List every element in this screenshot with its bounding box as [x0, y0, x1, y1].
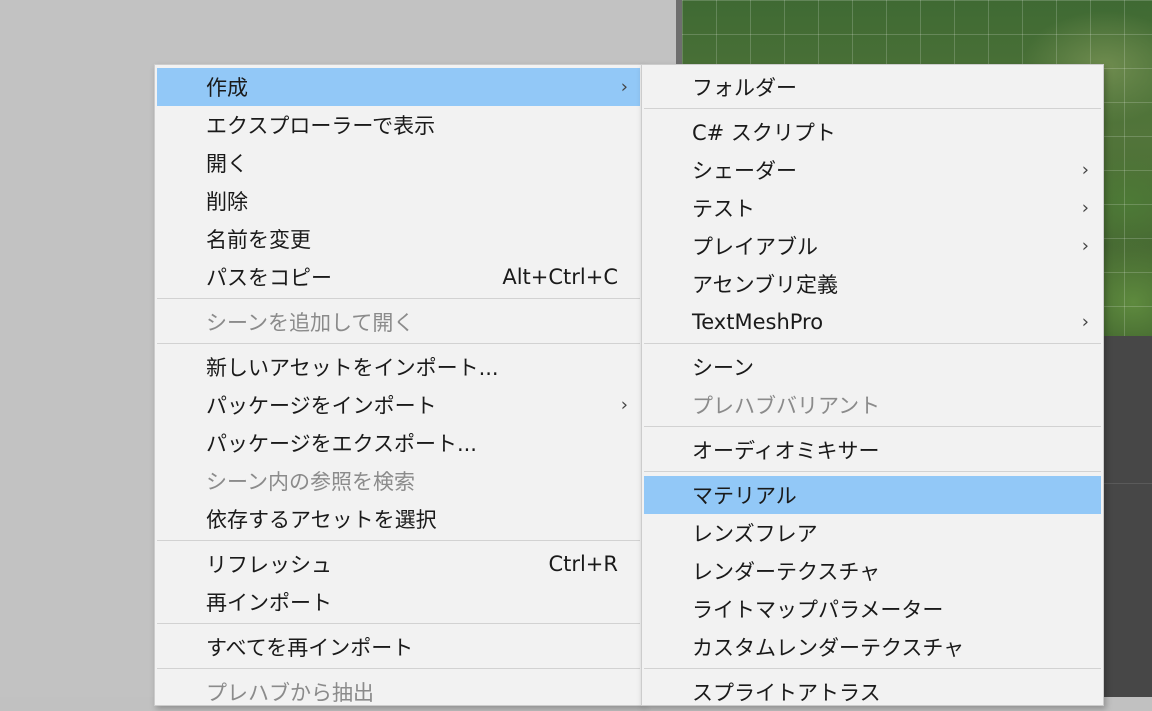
menu-item-label: C# スクリプト — [692, 121, 836, 145]
menu-item-label: アセンブリ定義 — [692, 273, 838, 297]
submenu-item-assembly-definition[interactable]: アセンブリ定義 — [644, 265, 1101, 303]
menu-item-label: ライトマップパラメーター — [692, 598, 944, 622]
menu-separator — [644, 343, 1101, 344]
menu-item-reimport[interactable]: 再インポート — [157, 583, 640, 621]
menu-item-shortcut: Ctrl+R — [548, 552, 618, 576]
menu-item-label: パッケージをエクスポート... — [206, 432, 477, 456]
create-submenu: フォルダー C# スクリプト シェーダー › テスト › プレイアブル › アセ… — [641, 64, 1104, 706]
menu-item-label: シーン — [692, 356, 754, 380]
menu-separator — [644, 471, 1101, 472]
menu-item-label: 削除 — [206, 190, 248, 214]
menu-item-label: シーンを追加して開く — [206, 311, 415, 335]
menu-item-label: プレハブから抽出 — [206, 681, 374, 705]
menu-item-label: テスト — [692, 197, 755, 221]
menu-item-add-scene-and-open[interactable]: シーンを追加して開く — [157, 303, 640, 341]
submenu-item-shader[interactable]: シェーダー › — [644, 151, 1101, 189]
menu-item-label: マテリアル — [692, 484, 797, 508]
menu-item-label: シェーダー — [692, 159, 797, 183]
menu-item-import-package[interactable]: パッケージをインポート › — [157, 386, 640, 424]
menu-item-export-package[interactable]: パッケージをエクスポート... — [157, 424, 640, 462]
menu-item-create[interactable]: 作成 › — [157, 68, 640, 106]
submenu-item-folder[interactable]: フォルダー — [644, 68, 1101, 106]
menu-item-label: パッケージをインポート — [206, 394, 437, 418]
menu-item-label: パスをコピー — [206, 266, 332, 290]
menu-item-label: オーディオミキサー — [692, 439, 880, 463]
chevron-right-icon: › — [1081, 311, 1089, 333]
menu-separator — [644, 426, 1101, 427]
submenu-item-prefab-variant[interactable]: プレハブバリアント — [644, 386, 1101, 424]
menu-item-refresh[interactable]: リフレッシュ Ctrl+R — [157, 545, 640, 583]
menu-separator — [157, 343, 640, 344]
chevron-right-icon: › — [1081, 235, 1089, 257]
submenu-item-lightmap-parameters[interactable]: ライトマップパラメーター — [644, 590, 1101, 628]
submenu-item-csharp-script[interactable]: C# スクリプト — [644, 113, 1101, 151]
submenu-item-render-texture[interactable]: レンダーテクスチャ — [644, 552, 1101, 590]
menu-item-label: 作成 — [206, 76, 248, 100]
panel-line — [1100, 483, 1152, 484]
menu-item-import-new-asset[interactable]: 新しいアセットをインポート... — [157, 348, 640, 386]
submenu-item-custom-render-texture[interactable]: カスタムレンダーテクスチャ — [644, 628, 1101, 666]
context-menu: 作成 › エクスプローラーで表示 開く 削除 名前を変更 パスをコピー Alt+… — [154, 64, 643, 706]
menu-item-rename[interactable]: 名前を変更 — [157, 220, 640, 258]
menu-separator — [644, 668, 1101, 669]
menu-item-reimport-all[interactable]: すべてを再インポート — [157, 628, 640, 666]
chevron-right-icon: › — [1081, 197, 1089, 219]
menu-item-label: カスタムレンダーテクスチャ — [692, 636, 965, 660]
menu-item-select-dependencies[interactable]: 依存するアセットを選択 — [157, 500, 640, 538]
menu-item-shortcut: Alt+Ctrl+C — [502, 265, 618, 289]
menu-item-label: シーン内の参照を検索 — [206, 470, 415, 494]
menu-item-label: リフレッシュ — [206, 553, 332, 577]
menu-item-label: 依存するアセットを選択 — [206, 508, 437, 532]
menu-item-label: 新しいアセットをインポート... — [206, 356, 499, 380]
menu-item-label: レンダーテクスチャ — [692, 560, 881, 584]
menu-separator — [644, 108, 1101, 109]
menu-item-label: 名前を変更 — [206, 228, 311, 252]
chevron-right-icon: › — [620, 394, 628, 416]
menu-item-label: プレイアブル — [692, 235, 818, 259]
submenu-item-playable[interactable]: プレイアブル › — [644, 227, 1101, 265]
submenu-item-audio-mixer[interactable]: オーディオミキサー — [644, 431, 1101, 469]
menu-item-label: エクスプローラーで表示 — [206, 114, 436, 138]
submenu-item-textmeshpro[interactable]: TextMeshPro › — [644, 303, 1101, 341]
menu-item-label: プレハブバリアント — [692, 394, 881, 418]
menu-item-label: レンズフレア — [692, 522, 818, 546]
submenu-item-scene[interactable]: シーン — [644, 348, 1101, 386]
submenu-item-material[interactable]: マテリアル — [644, 476, 1101, 514]
menu-item-label: スプライトアトラス — [692, 681, 881, 705]
menu-item-label: 再インポート — [206, 591, 332, 615]
menu-item-find-references-in-scene[interactable]: シーン内の参照を検索 — [157, 462, 640, 500]
menu-item-label: フォルダー — [692, 76, 797, 100]
menu-item-open[interactable]: 開く — [157, 144, 640, 182]
submenu-item-sprite-atlas[interactable]: スプライトアトラス — [644, 673, 1101, 711]
chevron-right-icon: › — [620, 76, 628, 98]
chevron-right-icon: › — [1081, 159, 1089, 181]
menu-item-delete[interactable]: 削除 — [157, 182, 640, 220]
menu-separator — [157, 540, 640, 541]
submenu-item-lens-flare[interactable]: レンズフレア — [644, 514, 1101, 552]
menu-item-label: TextMeshPro — [692, 310, 824, 334]
menu-item-show-in-explorer[interactable]: エクスプローラーで表示 — [157, 106, 640, 144]
menu-separator — [157, 623, 640, 624]
submenu-item-test[interactable]: テスト › — [644, 189, 1101, 227]
menu-item-label: 開く — [206, 152, 248, 176]
menu-separator — [157, 298, 640, 299]
menu-separator — [157, 668, 640, 669]
menu-item-copy-path[interactable]: パスをコピー Alt+Ctrl+C — [157, 258, 640, 296]
menu-item-extract-from-prefab[interactable]: プレハブから抽出 — [157, 673, 640, 711]
menu-item-label: すべてを再インポート — [206, 636, 414, 660]
